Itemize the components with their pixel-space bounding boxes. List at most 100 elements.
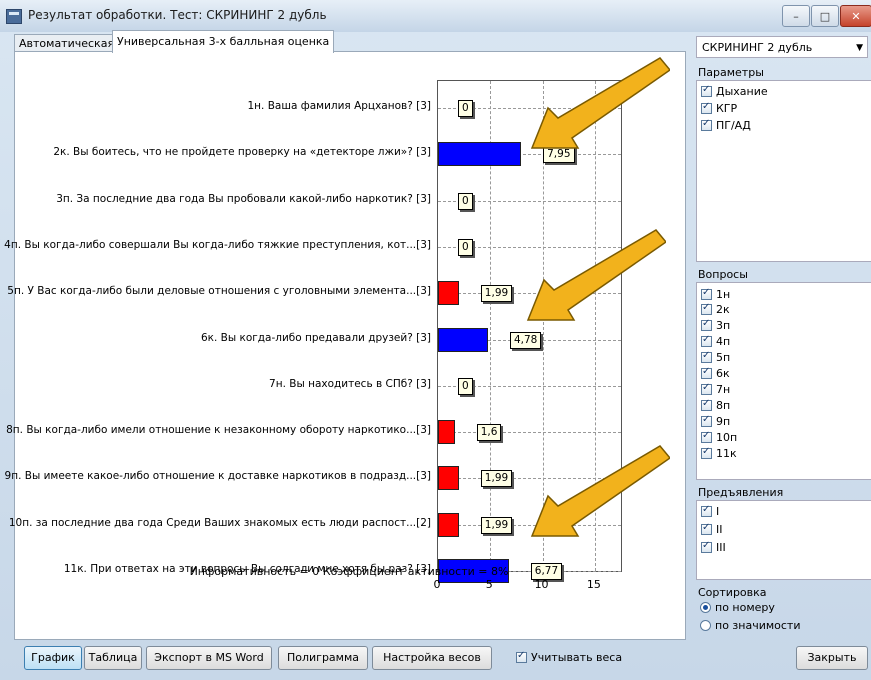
- checkbox-icon: [701, 84, 712, 97]
- presentation-item[interactable]: III: [701, 539, 726, 555]
- chart-bar: [438, 420, 455, 445]
- question-label: 7н: [716, 382, 731, 396]
- graph-button[interactable]: График: [24, 646, 82, 670]
- checkbox-icon: [701, 430, 712, 443]
- question-label: 8п. Вы когда-либо имели отношение к неза…: [6, 424, 431, 437]
- weights-settings-button[interactable]: Настройка весов: [372, 646, 492, 670]
- export-word-button[interactable]: Экспорт в MS Word: [146, 646, 272, 670]
- param-item[interactable]: ПГ/АД: [701, 117, 751, 133]
- app-icon: [6, 9, 22, 24]
- checkbox-icon: [701, 350, 712, 364]
- param-item[interactable]: КГР: [701, 100, 737, 116]
- param-item[interactable]: Дыхание: [701, 83, 768, 99]
- x-tick-label: 0: [433, 578, 441, 591]
- tab-universal-3-point[interactable]: Универсальная 3-х балльная оценка: [112, 30, 335, 53]
- presentations-title: Предъявления: [698, 486, 784, 499]
- question-item[interactable]: 10п: [701, 429, 737, 445]
- chart-bar: [438, 466, 459, 491]
- question-label: 9п. Вы имеете какое-либо отношение к дос…: [4, 470, 431, 483]
- presentation-label: II: [716, 522, 723, 536]
- presentation-item[interactable]: I: [701, 503, 719, 519]
- title-bar: Результат обработки. Тест: СКРИНИНГ 2 ду…: [0, 0, 871, 32]
- param-label: КГР: [716, 101, 738, 115]
- question-label: 2к. Вы боитесь, что не пройдете проверку…: [53, 146, 431, 159]
- test-select[interactable]: СКРИНИНГ 2 дубль ▼: [696, 36, 868, 58]
- chart-bar: [438, 281, 459, 306]
- checkbox-icon: [516, 650, 527, 663]
- checkbox-icon: [701, 334, 712, 348]
- question-item[interactable]: 5п: [701, 350, 730, 366]
- bar-value-label: 0: [458, 100, 473, 117]
- bar-value-label: 4,78: [509, 331, 542, 349]
- question-label: 3п: [716, 319, 731, 333]
- question-item[interactable]: 11к: [701, 445, 737, 461]
- bar-value-label: 0: [458, 377, 473, 395]
- annotation-arrow-3: [530, 445, 670, 537]
- question-item[interactable]: 2к: [701, 302, 730, 318]
- question-label: 5п. У Вас когда-либо были деловые отноше…: [7, 285, 431, 298]
- minimize-button[interactable]: –: [782, 5, 810, 27]
- checkbox-icon: [701, 302, 712, 316]
- checkbox-icon: [701, 522, 712, 535]
- close-button[interactable]: Закрыть: [796, 646, 868, 670]
- question-label: 7н. Вы находитесь в СПб? [3]: [269, 377, 431, 390]
- close-window-button[interactable]: ✕: [840, 5, 871, 27]
- question-label: 1н. Ваша фамилия Арцханов? [3]: [247, 100, 432, 112]
- question-label: 11к: [716, 446, 737, 460]
- bar-value-label: 1,99: [480, 285, 513, 303]
- bar-value-label: 0: [458, 192, 473, 210]
- sort-by-significance-label: по значимости: [715, 619, 801, 632]
- question-label: 4п: [716, 335, 731, 349]
- presentations-list: IIIIII: [696, 500, 871, 580]
- checkbox-icon: [701, 504, 712, 517]
- checkbox-icon: [701, 318, 712, 332]
- gridline-horizontal: [438, 432, 621, 434]
- window-title: Результат обработки. Тест: СКРИНИНГ 2 ду…: [28, 8, 327, 22]
- question-item[interactable]: 6к: [701, 366, 730, 382]
- checkbox-icon: [701, 101, 712, 114]
- sort-by-number-label: по номеру: [715, 601, 775, 614]
- params-list: Дыхание КГР ПГ/АД: [696, 80, 871, 262]
- question-item[interactable]: 3п: [701, 318, 730, 334]
- questions-list: 1н 2к 3п 4п 5п 6к 7н 8п 9п 10п 11к: [696, 282, 871, 480]
- questions-title: Вопросы: [698, 268, 748, 281]
- question-label: 1н: [716, 287, 731, 301]
- question-label: 8п: [716, 398, 731, 412]
- params-title: Параметры: [698, 66, 764, 79]
- checkbox-icon: [701, 382, 712, 395]
- tab-automatic[interactable]: Автоматическая: [14, 34, 120, 52]
- chart-bar: [438, 512, 459, 537]
- x-tick-label: 5: [485, 578, 493, 591]
- polygram-button[interactable]: Полиграмма: [278, 646, 368, 670]
- question-item[interactable]: 9п: [701, 413, 730, 429]
- presentation-label: I: [716, 504, 720, 518]
- maximize-button[interactable]: □: [811, 5, 839, 27]
- presentation-label: III: [716, 540, 726, 554]
- chart-bar: [438, 142, 522, 167]
- question-item[interactable]: 4п: [701, 334, 730, 350]
- sort-by-significance[interactable]: по значимости: [700, 619, 800, 632]
- question-item[interactable]: 7н: [701, 381, 730, 397]
- bar-value-label: 1,99: [480, 470, 513, 488]
- presentation-item[interactable]: II: [701, 521, 723, 537]
- question-item[interactable]: 1н: [701, 286, 730, 302]
- x-tick-label: 15: [586, 578, 601, 591]
- bar-value-label: 0: [458, 238, 473, 256]
- checkbox-icon: [701, 540, 712, 553]
- radio-icon: [700, 602, 711, 613]
- question-label: 3п. За последние два года Вы пробовали к…: [56, 192, 431, 205]
- bar-value-label: 1,99: [480, 516, 513, 534]
- question-label: 10п. за последние два года Среди Ваших з…: [8, 516, 431, 529]
- annotation-arrow-1: [530, 57, 670, 149]
- table-button[interactable]: Таблица: [84, 646, 142, 670]
- use-weights-checkbox[interactable]: Учитывать веса: [516, 650, 622, 664]
- question-label: 5п: [716, 351, 731, 365]
- checkbox-icon: [701, 446, 712, 459]
- question-item[interactable]: 8п: [701, 397, 730, 413]
- bar-value-label: 1,6: [476, 424, 502, 442]
- param-label: ПГ/АД: [716, 118, 751, 132]
- question-label: 6к: [716, 367, 730, 380]
- sort-by-number[interactable]: по номеру: [700, 601, 775, 614]
- annotation-arrow-2: [526, 229, 666, 321]
- results-window: Результат обработки. Тест: СКРИНИНГ 2 ду…: [0, 0, 871, 680]
